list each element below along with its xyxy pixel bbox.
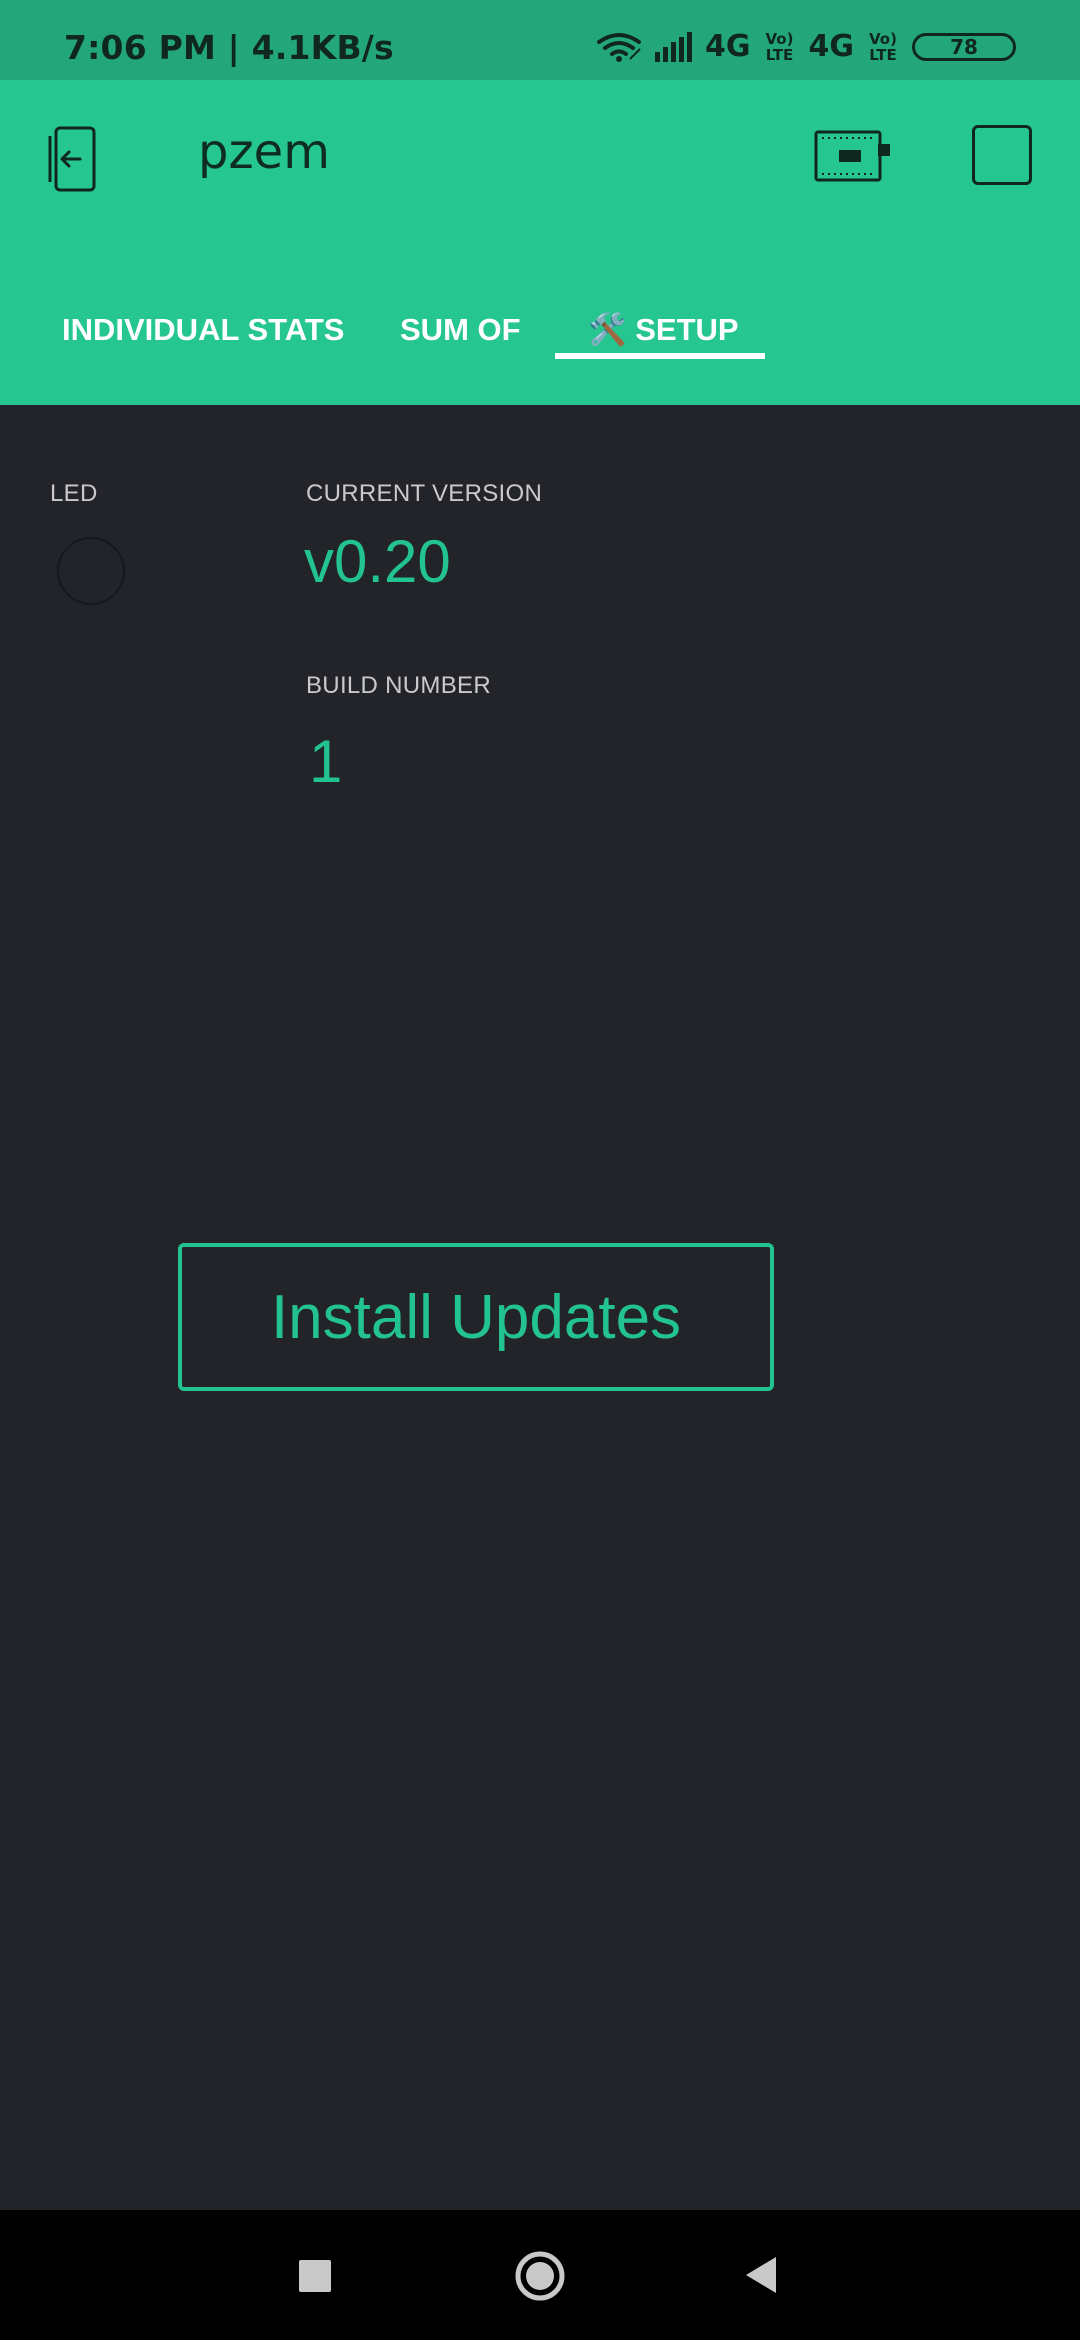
network-type-1: 4G xyxy=(705,29,751,64)
back-icon[interactable] xyxy=(742,2255,778,2295)
status-bar: 7:06 PM | 4.1KB/s 4G Vo) LTE 4G Vo) LTE … xyxy=(0,0,1080,80)
back-exit-icon[interactable] xyxy=(42,124,112,194)
recent-apps-icon[interactable] xyxy=(299,2260,331,2292)
current-version-value: v0.20 xyxy=(304,528,451,595)
system-navigation-bar xyxy=(0,2210,1080,2340)
tab-individual-stats[interactable]: INDIVIDUAL STATS xyxy=(62,290,344,370)
wifi-icon xyxy=(597,33,641,62)
app-header: pzem INDIVIDUAL STATS SUM OF 🛠️ SETUP xyxy=(0,80,1080,405)
status-icons: 4G Vo) LTE 4G Vo) LTE 78 xyxy=(595,26,1016,68)
stop-square-icon[interactable] xyxy=(972,125,1032,185)
led-indicator xyxy=(57,537,125,605)
volte-badge-1: Vo) LTE xyxy=(765,30,794,64)
build-number-label: BUILD NUMBER xyxy=(306,672,491,699)
install-updates-button[interactable]: Install Updates xyxy=(178,1243,774,1391)
tab-bar: INDIVIDUAL STATS SUM OF 🛠️ SETUP xyxy=(0,290,1080,370)
status-time-speed: 7:06 PM | 4.1KB/s xyxy=(64,28,394,67)
active-tab-indicator xyxy=(555,353,765,359)
home-icon[interactable] xyxy=(513,2249,567,2303)
network-type-2: 4G xyxy=(808,29,855,64)
device-board-icon[interactable] xyxy=(812,126,890,186)
tab-sum-of[interactable]: SUM OF xyxy=(400,290,521,370)
setup-panel: LED CURRENT VERSION v0.20 BUILD NUMBER 1… xyxy=(0,405,1080,2210)
build-number-value: 1 xyxy=(309,728,343,795)
page-title: pzem xyxy=(198,124,330,180)
signal-icon xyxy=(653,32,695,64)
led-label: LED xyxy=(50,480,98,507)
current-version-label: CURRENT VERSION xyxy=(306,480,543,507)
battery-icon: 78 xyxy=(912,33,1016,61)
battery-level: 78 xyxy=(950,35,978,59)
volte-badge-2: Vo) LTE xyxy=(869,30,897,64)
